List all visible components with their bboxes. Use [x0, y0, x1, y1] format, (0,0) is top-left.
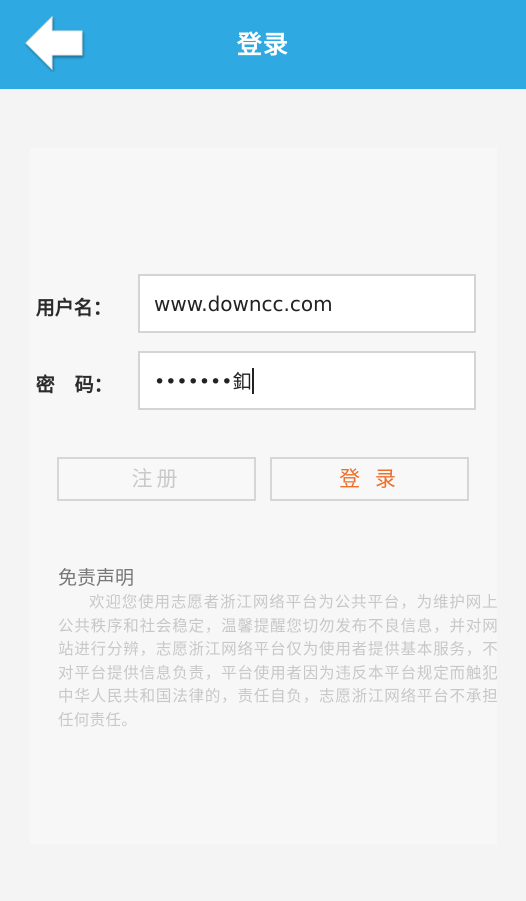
- username-value: www.downcc.com: [154, 291, 333, 316]
- text-cursor: [252, 367, 255, 394]
- username-label: 用户名：: [36, 297, 113, 319]
- disclaimer-text: 欢迎您使用志愿者浙江网络平台为公共平台，为维护网上公共秩序和社会稳定，温馨提醒您…: [58, 593, 498, 729]
- disclaimer-title: 免责声明: [58, 567, 135, 589]
- password-value: •••••••釦: [154, 371, 252, 393]
- page-title: 登录: [236, 30, 289, 59]
- login-button[interactable]: 登 录: [270, 457, 469, 501]
- password-label: 密 码：: [36, 374, 113, 396]
- top-bar: 登录: [0, 0, 526, 89]
- password-input[interactable]: •••••••釦: [138, 351, 476, 410]
- username-input[interactable]: www.downcc.com: [138, 274, 476, 333]
- register-button[interactable]: 注册: [57, 457, 256, 501]
